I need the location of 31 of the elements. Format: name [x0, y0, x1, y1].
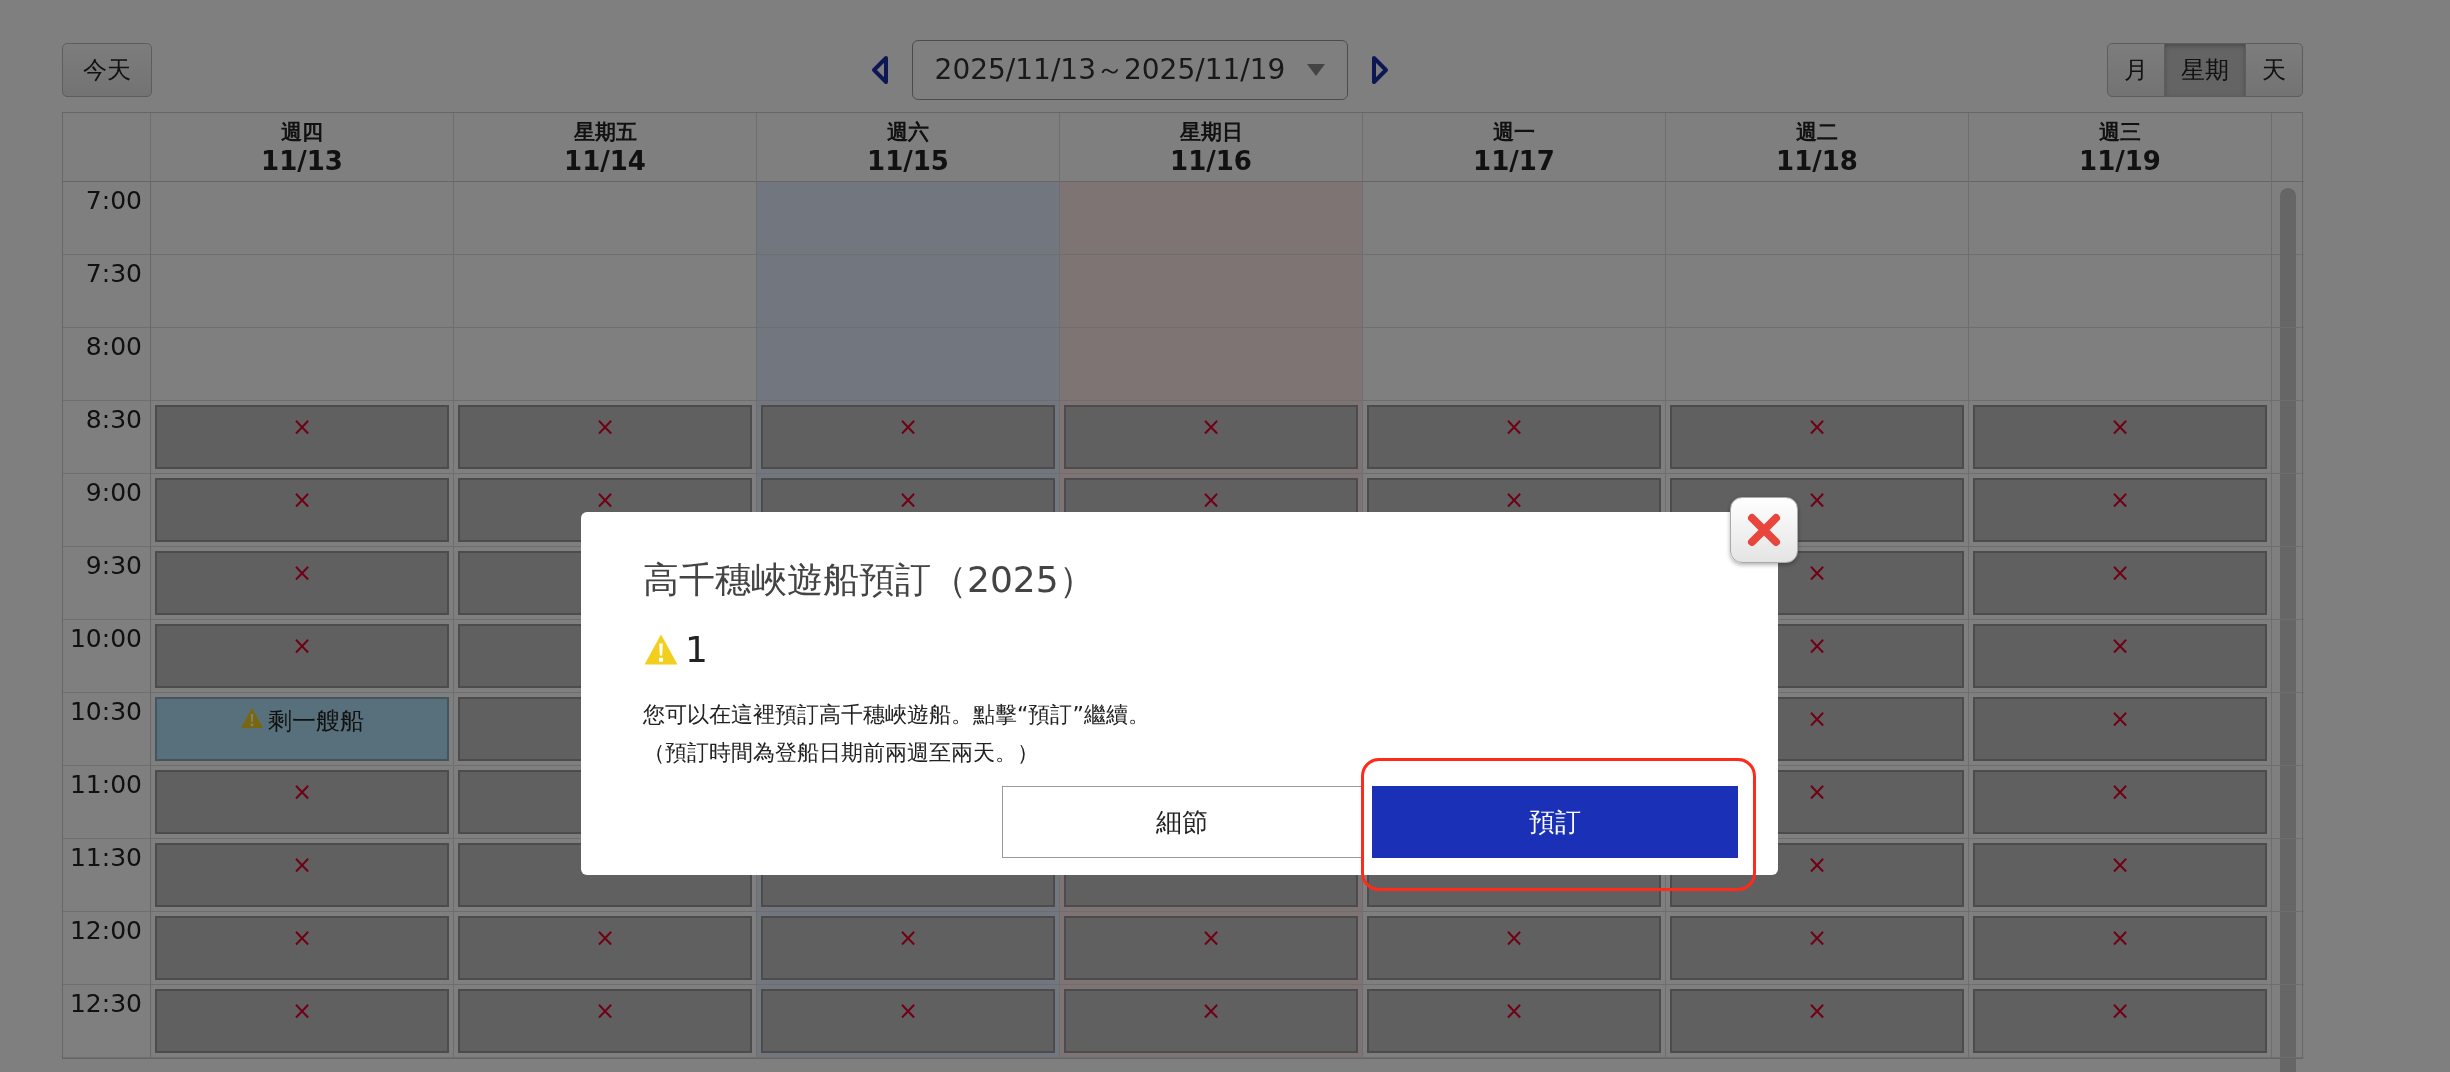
date-label: 11/16 [1170, 146, 1252, 176]
date-label: 11/13 [261, 146, 343, 176]
weekday-label: 週三 [2099, 119, 2141, 146]
dialog-message: 您可以在這裡預訂高千穗峽遊船。點擊“預訂”繼續。 [643, 701, 1151, 729]
time-label: 11:00 [63, 766, 151, 839]
date-label: 11/14 [564, 146, 646, 176]
time-label: 7:00 [63, 182, 151, 255]
time-label: 12:30 [63, 985, 151, 1058]
time-label: 11:30 [63, 839, 151, 912]
dialog-note: （預訂時間為登船日期前兩週至兩天。） [643, 739, 1040, 767]
count-label: 1 [685, 629, 708, 670]
weekday-label: 週一 [1493, 119, 1535, 146]
dialog-title: 高千穗峽遊船預訂（2025） [643, 558, 1096, 602]
date-label: 11/18 [1776, 146, 1858, 176]
time-label: 10:00 [63, 620, 151, 693]
date-label: 11/17 [1473, 146, 1555, 176]
time-label: 10:30 [63, 693, 151, 766]
weekday-label: 星期日 [1179, 119, 1243, 146]
date-label: 11/15 [867, 146, 949, 176]
weekday-label: 週六 [887, 119, 929, 146]
date-label: 11/19 [2079, 146, 2161, 176]
slot-label: 剩一艘船 [268, 706, 364, 737]
time-label: 12:00 [63, 912, 151, 985]
weekday-label: 週二 [1796, 119, 1838, 146]
time-label: 7:30 [63, 255, 151, 328]
time-label: 8:30 [63, 401, 151, 474]
weekday-label: 週四 [281, 119, 323, 146]
time-label: 9:00 [63, 474, 151, 547]
time-label: 8:00 [63, 328, 151, 401]
time-label: 9:30 [63, 547, 151, 620]
weekday-label: 星期五 [573, 119, 637, 146]
